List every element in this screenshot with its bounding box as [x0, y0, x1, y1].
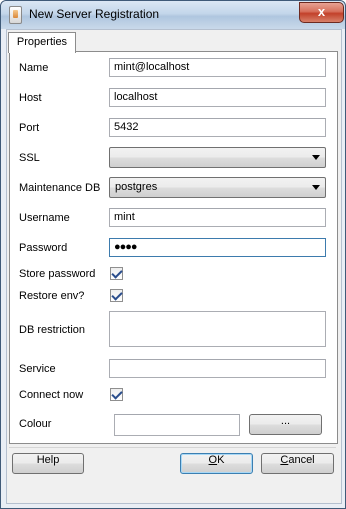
- close-icon: x: [317, 4, 326, 19]
- name-input[interactable]: mint@localhost: [109, 58, 326, 77]
- ok-button[interactable]: OK: [180, 453, 253, 474]
- port-label: Port: [19, 122, 40, 134]
- host-label: Host: [19, 92, 42, 104]
- ok-button-label-rest: K: [217, 454, 225, 466]
- ok-button-mnemonic: O: [208, 454, 218, 466]
- checkmark-icon: [111, 289, 123, 301]
- checkmark-icon: [111, 267, 123, 279]
- password-input[interactable]: ●●●●: [109, 238, 326, 257]
- help-button-label: Help: [36, 454, 60, 466]
- host-input[interactable]: localhost: [109, 88, 326, 107]
- restore-env-checkbox[interactable]: [110, 289, 123, 302]
- help-button[interactable]: Help: [12, 453, 84, 474]
- username-input[interactable]: mint: [109, 208, 326, 227]
- ssl-select[interactable]: [109, 147, 326, 168]
- store-password-label: Store password: [19, 268, 96, 280]
- ssl-label: SSL: [19, 152, 40, 164]
- window-title: New Server Registration: [29, 7, 160, 21]
- chevron-down-icon: [312, 155, 320, 160]
- app-document-icon: [9, 6, 22, 24]
- db-restriction-textarea[interactable]: [109, 311, 326, 347]
- colour-input[interactable]: [114, 414, 240, 436]
- service-label: Service: [19, 363, 56, 375]
- colour-label: Colour: [19, 418, 52, 430]
- colour-picker-button-label: ...: [280, 415, 291, 427]
- service-input[interactable]: [109, 359, 326, 378]
- store-password-checkbox[interactable]: [110, 267, 123, 280]
- colour-picker-button[interactable]: ...: [249, 414, 322, 435]
- checkmark-icon: [111, 388, 123, 400]
- name-label: Name: [19, 62, 49, 74]
- cancel-button-label-rest: ancel: [288, 454, 315, 466]
- footer-divider: [9, 447, 336, 448]
- username-label: Username: [19, 212, 70, 224]
- maintenance-db-select-value: postgres: [115, 181, 158, 193]
- restore-env-label: Restore env?: [19, 290, 85, 302]
- connect-now-checkbox[interactable]: [110, 388, 123, 401]
- password-label: Password: [19, 242, 68, 254]
- title-bar[interactable]: New Server Registration x: [1, 1, 345, 29]
- chevron-down-icon: [312, 185, 320, 190]
- maintenance-db-label: Maintenance DB: [19, 182, 101, 194]
- maintenance-db-select[interactable]: postgres: [109, 177, 326, 198]
- close-button[interactable]: x: [299, 2, 344, 23]
- tab-properties[interactable]: Properties: [8, 32, 76, 53]
- cancel-button-label: Cancel: [280, 454, 314, 466]
- ok-button-label: OK: [209, 454, 225, 466]
- tab-properties-label: Properties: [16, 36, 68, 48]
- connect-now-label: Connect now: [19, 389, 84, 401]
- port-input[interactable]: 5432: [109, 118, 326, 137]
- db-restriction-label: DB restriction: [19, 324, 86, 336]
- cancel-button[interactable]: Cancel: [261, 453, 334, 474]
